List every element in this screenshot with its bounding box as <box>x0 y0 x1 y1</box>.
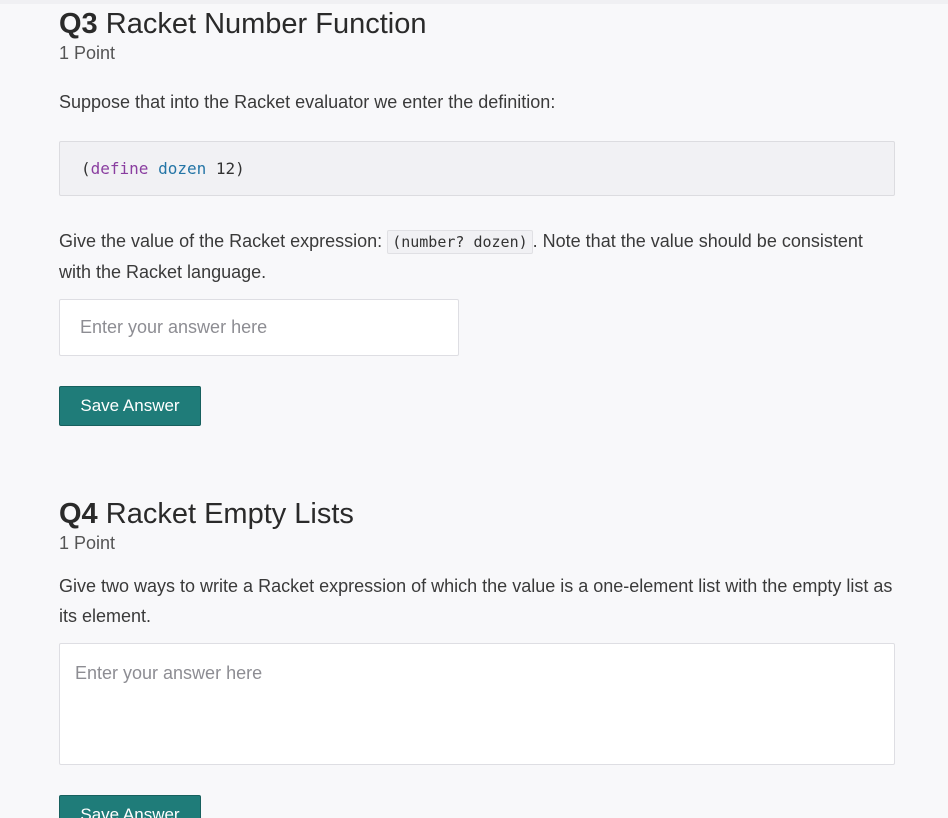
question-title-text: Racket Empty Lists <box>105 498 354 530</box>
question-number: Q4 <box>59 498 98 530</box>
code-close-paren: ) <box>235 159 245 178</box>
question-points: 1 Point <box>59 533 116 553</box>
prompt-text-before: Give the value of the Racket expression: <box>59 231 388 251</box>
answer-input[interactable] <box>59 299 459 356</box>
quiz-page: Q3 Racket Number Function 1 Point Suppos… <box>0 0 948 818</box>
code-value: 12 <box>215 159 236 178</box>
question-title-text: Racket Number Function <box>105 8 427 40</box>
question-prompt: Suppose that into the Racket evaluator w… <box>59 92 556 112</box>
top-bar <box>0 0 948 4</box>
question-number: Q3 <box>59 8 98 40</box>
question-points: 1 Point <box>59 43 116 63</box>
question-q4: Q4 Racket Empty Lists 1 Point Give two w… <box>59 496 895 818</box>
question-prompt: Give two ways to write a Racket expressi… <box>59 576 893 626</box>
save-answer-button[interactable]: Save Answer <box>59 386 201 426</box>
question-title: Q4 Racket Empty Lists <box>59 496 895 532</box>
question-q3: Q3 Racket Number Function 1 Point Suppos… <box>59 6 895 426</box>
code-open-paren: ( <box>81 159 91 178</box>
code-keyword: define <box>90 159 149 178</box>
answer-textarea[interactable] <box>59 643 895 765</box>
question-prompt-secondary: Give the value of the Racket expression:… <box>59 226 895 287</box>
inline-code: (number? dozen) <box>387 230 533 254</box>
question-title: Q3 Racket Number Function <box>59 6 895 42</box>
save-answer-button[interactable]: Save Answer <box>59 795 201 818</box>
code-name: dozen <box>158 159 207 178</box>
code-block: (define dozen 12) <box>59 141 895 196</box>
